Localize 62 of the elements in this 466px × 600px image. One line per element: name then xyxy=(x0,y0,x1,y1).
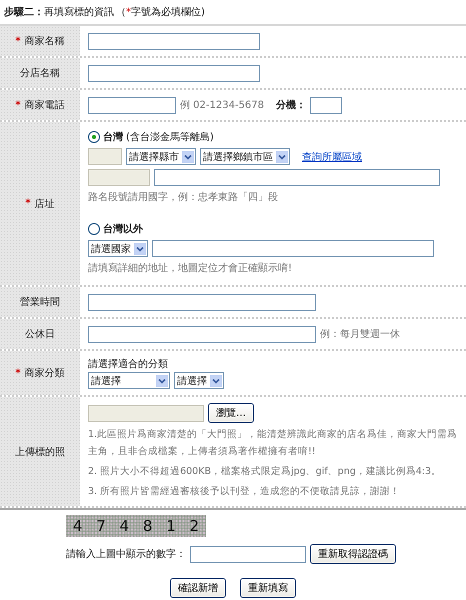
text-field[interactable] xyxy=(88,294,316,310)
select-field[interactable]: 請選擇 xyxy=(88,372,170,389)
caret-icon xyxy=(276,150,288,162)
field-label: 商家電話 xyxy=(24,98,65,112)
captcha-digit: 1 xyxy=(166,517,176,536)
extension-label: 分機： xyxy=(276,98,306,112)
refresh-captcha-button[interactable]: 重新取得認證碼 xyxy=(310,544,396,564)
captcha-label: 請輸入上圖中顯示的數字： xyxy=(66,548,186,562)
upload-note: 3. 所有照片皆需經過審核後予以刊登，造成您的不便敬請見諒，謝謝！ xyxy=(88,485,402,500)
field-label: 商家名稱 xyxy=(24,34,65,48)
text-field[interactable] xyxy=(88,32,260,50)
form-button[interactable]: 重新填寫 xyxy=(240,578,296,598)
form-title: 再填寫標的資訊 xyxy=(44,7,114,18)
text-field[interactable] xyxy=(88,64,260,82)
select-field[interactable]: 請選擇縣市 xyxy=(126,148,196,165)
option-label: 台灣 xyxy=(103,130,123,144)
phone-hint: 例 02-1234-5678 xyxy=(180,99,264,112)
required-mark: * xyxy=(15,100,21,110)
form-button[interactable]: 確認新增 xyxy=(170,578,226,598)
caret-icon xyxy=(156,374,168,386)
select-field[interactable]: 請選擇鄉鎮市區 xyxy=(200,148,290,165)
address-field[interactable] xyxy=(154,169,440,186)
upload-note: 2. 照片大小不得超過600KB，檔案格式限定爲jpg、gif、png，建議比例爲4:3。 xyxy=(88,465,442,480)
field-label: 上傳標的照 xyxy=(15,446,65,459)
address-field[interactable] xyxy=(152,240,434,257)
captcha-digit: 2 xyxy=(190,517,200,536)
option-note: (含台澎金馬等離島) xyxy=(126,130,214,144)
field-label: 商家分類 xyxy=(24,366,65,380)
caret-icon xyxy=(134,242,146,254)
text-field[interactable] xyxy=(88,326,316,342)
radio-icon xyxy=(88,131,100,143)
captcha-digit: 4 xyxy=(120,517,130,536)
address-hint: 請填寫詳細的地址，地圖定位才會正確顯示唷! xyxy=(88,262,294,275)
radio-icon xyxy=(88,223,100,235)
field-label: 店址 xyxy=(34,198,55,210)
caret-icon xyxy=(210,374,222,386)
field-label: 營業時間 xyxy=(20,296,60,309)
field-hint: 例：每月雙週一休 xyxy=(320,328,400,341)
address-hint: 路名段號請用國字，例：忠孝東路「四」段 xyxy=(88,190,279,204)
required-note: （*字號為必填欄位) xyxy=(116,7,205,18)
captcha-digit: 4 xyxy=(72,517,82,536)
field-label: 公休日 xyxy=(25,328,55,341)
captcha-field[interactable] xyxy=(190,546,306,563)
phone-field[interactable] xyxy=(88,96,176,114)
option-label: 台灣以外 xyxy=(103,222,143,236)
caret-icon xyxy=(182,150,194,162)
required-mark: * xyxy=(15,368,21,378)
required-mark: * xyxy=(15,36,21,46)
required-mark: * xyxy=(25,198,31,209)
captcha-digit: 8 xyxy=(142,517,152,536)
captcha-digit: 7 xyxy=(96,517,106,536)
browse-button[interactable]: 瀏覽… xyxy=(208,403,254,423)
category-prompt: 請選擇適合的分類 xyxy=(88,358,169,371)
step-title: 步驟二： xyxy=(4,7,44,18)
extension-field[interactable] xyxy=(310,96,342,114)
select-field[interactable]: 請選擇 xyxy=(174,372,224,389)
radio-option[interactable]: 台灣以外 xyxy=(88,222,440,236)
radio-option[interactable]: 台灣 (含台澎金馬等離島) xyxy=(88,130,440,144)
select-field[interactable]: 請選國家 xyxy=(88,240,148,257)
lookup-link[interactable]: 查詢所屬區域 xyxy=(302,150,362,164)
upload-note: 1.此區照片爲商家清楚的「大門照」，能清楚辨識此商家的店名爲佳，商家大門需爲主角，且非合成檔案，上傳者須爲著作權擁有者唷!! xyxy=(88,428,458,460)
field-label: 分店名稱 xyxy=(20,66,60,80)
